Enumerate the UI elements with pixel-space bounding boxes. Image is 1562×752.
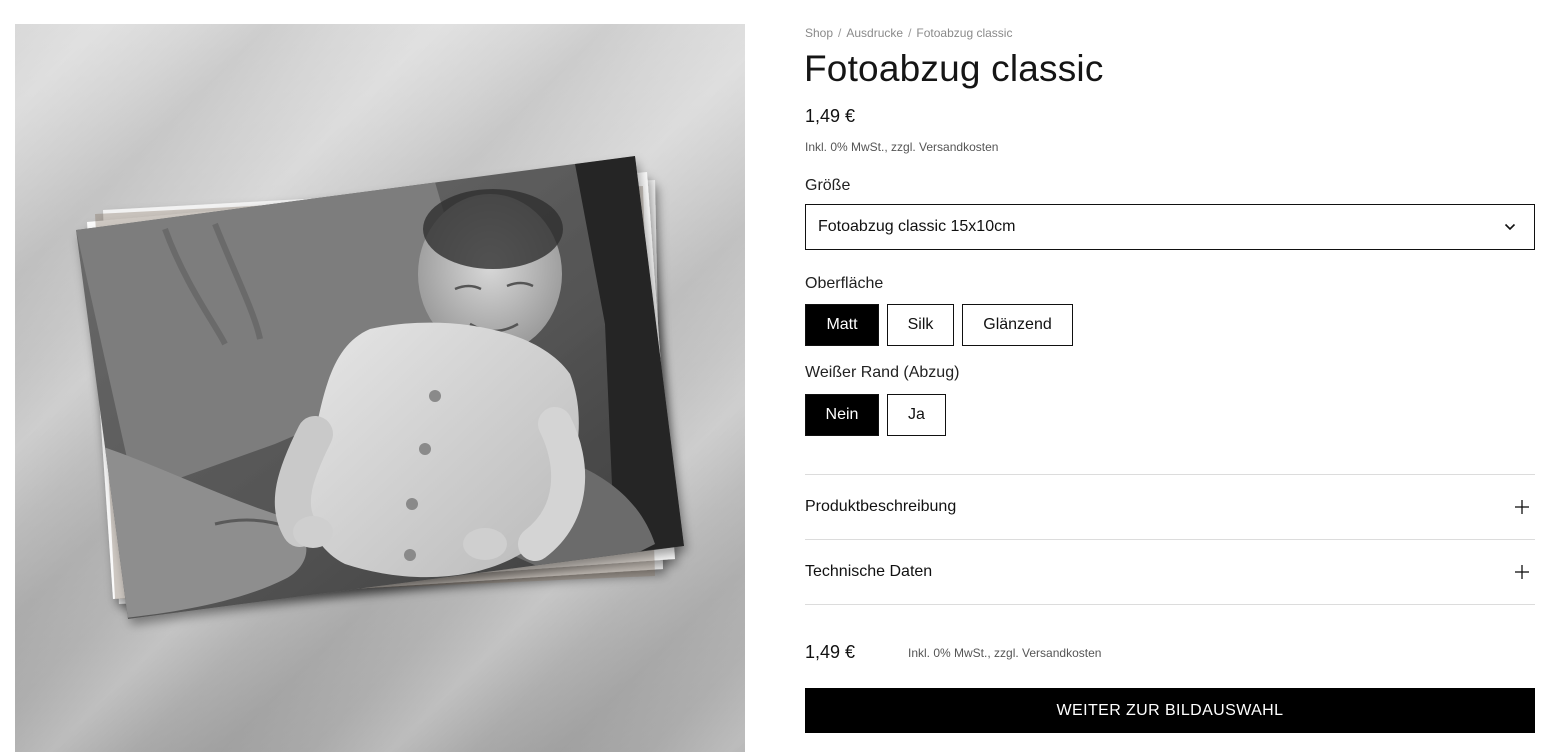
surface-options: Matt Silk Glänzend xyxy=(805,304,1073,346)
size-label: Größe xyxy=(805,177,851,194)
product-image-panel xyxy=(15,24,745,752)
photo-prints-image xyxy=(76,156,684,619)
size-select-value: Fotoabzug classic 15x10cm xyxy=(818,218,1016,235)
surface-option-silk[interactable]: Silk xyxy=(887,304,954,346)
summary-price: 1,49 € xyxy=(805,642,856,662)
surface-option-glaenzend[interactable]: Glänzend xyxy=(962,304,1073,346)
summary-tax-note: Inkl. 0% MwSt., zzgl. Versandkosten xyxy=(908,646,1102,660)
breadcrumb-link-ausdrucke[interactable]: Ausdrucke xyxy=(846,26,903,40)
breadcrumb-link-shop[interactable]: Shop xyxy=(805,26,833,40)
white-border-label: Weißer Rand (Abzug) xyxy=(805,364,960,381)
white-border-option-nein[interactable]: Nein xyxy=(805,394,879,436)
divider xyxy=(805,604,1535,605)
accordion-produktbeschreibung[interactable]: Produktbeschreibung xyxy=(805,475,1535,539)
page-title: Fotoabzug classic xyxy=(804,48,1104,89)
plus-icon xyxy=(1515,500,1529,514)
tax-note: Inkl. 0% MwSt., zzgl. Versandkosten xyxy=(805,140,999,154)
surface-label: Oberfläche xyxy=(805,275,884,292)
accordion-label: Technische Daten xyxy=(805,563,933,580)
plus-icon xyxy=(1515,565,1529,579)
size-select[interactable]: Fotoabzug classic 15x10cm xyxy=(805,204,1535,250)
surface-option-matt[interactable]: Matt xyxy=(805,304,879,346)
breadcrumb-separator: / xyxy=(838,26,842,40)
chevron-down-icon xyxy=(1504,223,1516,231)
breadcrumb-separator: / xyxy=(908,26,912,40)
continue-to-image-selection-button[interactable]: WEITER ZUR BILDAUSWAHL xyxy=(805,688,1535,733)
accordion-label: Produktbeschreibung xyxy=(805,498,957,515)
white-border-options: Nein Ja xyxy=(805,394,946,436)
white-border-option-ja[interactable]: Ja xyxy=(887,394,946,436)
breadcrumb: Shop / Ausdrucke / Fotoabzug classic xyxy=(805,26,1012,40)
breadcrumb-current: Fotoabzug classic xyxy=(916,26,1013,40)
accordion-technische-daten[interactable]: Technische Daten xyxy=(805,540,1535,604)
product-price: 1,49 € xyxy=(805,106,856,126)
